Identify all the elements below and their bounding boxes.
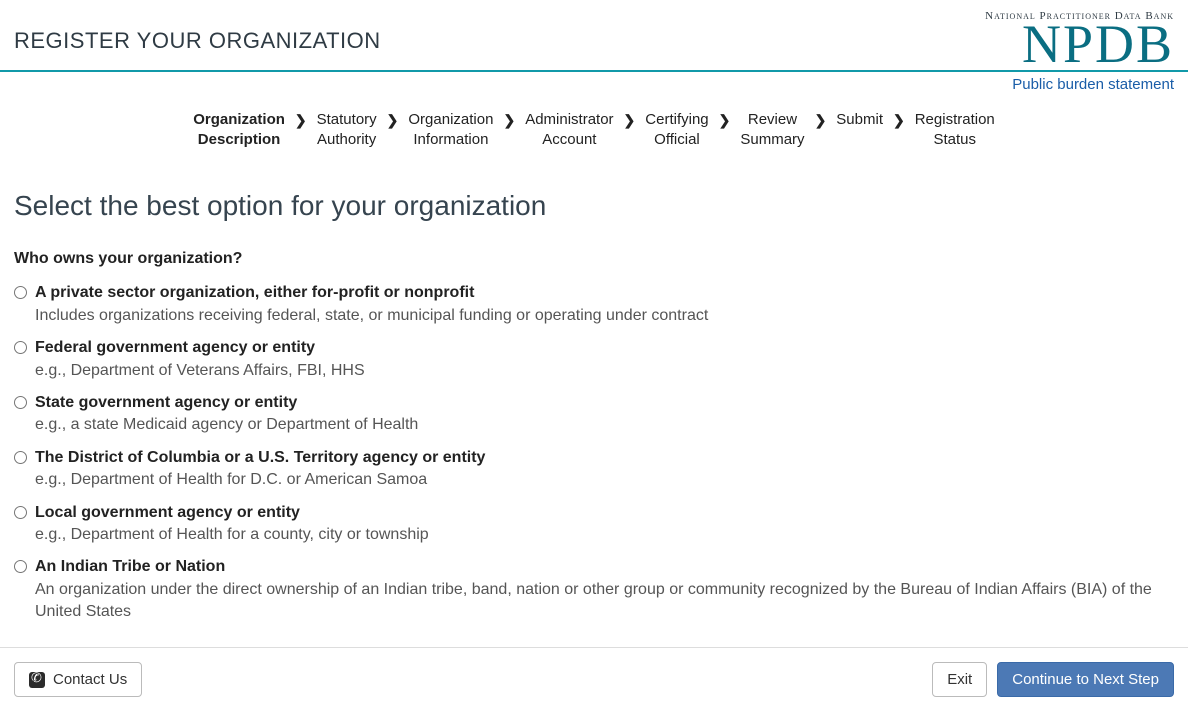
ownership-radio-3[interactable]	[14, 451, 27, 464]
npdb-logo: National Practitioner Data Bank NPDB	[985, 10, 1174, 68]
continue-button[interactable]: Continue to Next Step	[997, 662, 1174, 697]
logo-main: NPDB	[985, 22, 1174, 68]
step-3[interactable]: AdministratorAccount	[525, 110, 613, 151]
progress-steps: OrganizationDescription ❯ StatutoryAuthori…	[0, 100, 1188, 171]
ownership-question: Who owns your organization?	[14, 250, 1174, 268]
step-4[interactable]: CertifyingOfficial	[645, 110, 708, 151]
step-6[interactable]: Submit	[836, 110, 883, 151]
chevron-right-icon: ❯	[815, 110, 827, 129]
chevron-right-icon: ❯	[624, 110, 636, 129]
contact-us-label: Contact Us	[53, 671, 127, 688]
phone-icon	[29, 672, 45, 688]
step-1[interactable]: StatutoryAuthority	[317, 110, 377, 151]
page-title: REGISTER YOUR ORGANIZATION	[14, 28, 381, 54]
ownership-option-3: The District of Columbia or a U.S. Terri…	[14, 447, 1174, 492]
exit-button[interactable]: Exit	[932, 662, 987, 697]
public-burden-link[interactable]: Public burden statement	[1012, 76, 1174, 93]
ownership-option-4: Local government agency or entitye.g., D…	[14, 502, 1174, 547]
option-desc: Includes organizations receiving federal…	[35, 305, 1174, 327]
option-desc: e.g., Department of Health for D.C. or A…	[35, 469, 1174, 491]
chevron-right-icon: ❯	[387, 110, 399, 129]
step-5[interactable]: ReviewSummary	[740, 110, 804, 151]
step-7[interactable]: RegistrationStatus	[915, 110, 995, 151]
chevron-right-icon: ❯	[295, 110, 307, 129]
chevron-right-icon: ❯	[719, 110, 731, 129]
contact-us-button[interactable]: Contact Us	[14, 662, 142, 697]
option-desc: e.g., Department of Veterans Affairs, FB…	[35, 360, 1174, 382]
option-title: Local government agency or entity	[35, 502, 1174, 524]
chevron-right-icon: ❯	[893, 110, 905, 129]
option-title: Federal government agency or entity	[35, 337, 1174, 359]
ownership-option-0: A private sector organization, either fo…	[14, 282, 1174, 327]
option-title: A private sector organization, either fo…	[35, 282, 1174, 304]
step-0[interactable]: OrganizationDescription	[193, 110, 285, 151]
chevron-right-icon: ❯	[503, 110, 515, 129]
footer-divider	[0, 647, 1188, 648]
step-2[interactable]: OrganizationInformation	[408, 110, 493, 151]
option-desc: e.g., Department of Health for a county,…	[35, 524, 1174, 546]
ownership-radio-2[interactable]	[14, 396, 27, 409]
option-title: An Indian Tribe or Nation	[35, 556, 1174, 578]
option-title: State government agency or entity	[35, 392, 1174, 414]
section-title: Select the best option for your organiza…	[14, 190, 1174, 222]
ownership-radio-0[interactable]	[14, 286, 27, 299]
ownership-radio-1[interactable]	[14, 341, 27, 354]
ownership-option-1: Federal government agency or entitye.g.,…	[14, 337, 1174, 382]
option-title: The District of Columbia or a U.S. Terri…	[35, 447, 1174, 469]
ownership-option-2: State government agency or entitye.g., a…	[14, 392, 1174, 437]
option-desc: e.g., a state Medicaid agency or Departm…	[35, 414, 1174, 436]
ownership-option-5: An Indian Tribe or NationAn organization…	[14, 556, 1174, 623]
header-divider	[0, 70, 1188, 72]
ownership-radio-5[interactable]	[14, 560, 27, 573]
option-desc: An organization under the direct ownersh…	[35, 579, 1174, 624]
ownership-radio-4[interactable]	[14, 506, 27, 519]
